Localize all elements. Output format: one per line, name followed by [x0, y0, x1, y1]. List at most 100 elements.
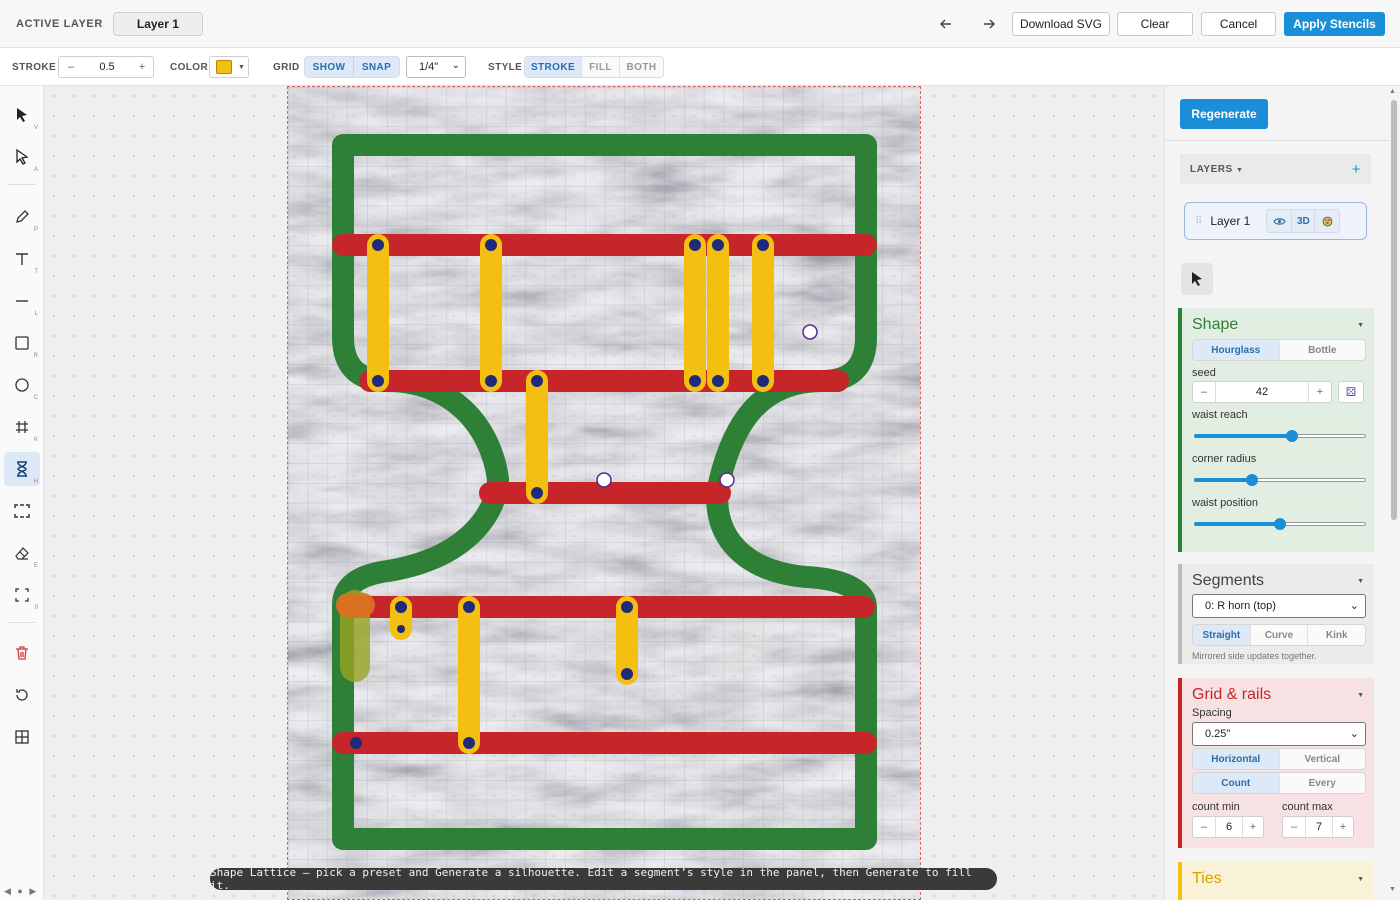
redo-button[interactable]	[977, 12, 1001, 36]
panel-scrollbar[interactable]: ▲ ▼	[1388, 86, 1398, 900]
slider-knob[interactable]	[1246, 474, 1259, 486]
anchor-dot[interactable]	[689, 375, 701, 387]
apply-stencils-button[interactable]: Apply Stencils	[1284, 12, 1385, 36]
scrollbar-thumb[interactable]	[1391, 100, 1397, 520]
anchor-dot[interactable]	[372, 375, 384, 387]
collapse-caret-icon[interactable]: ▼	[1357, 692, 1364, 699]
control-handle[interactable]	[719, 472, 735, 488]
waist-reach-slider[interactable]	[1194, 430, 1366, 442]
scroll-up-icon[interactable]: ▲	[1389, 88, 1396, 95]
mode-count[interactable]: Count	[1193, 773, 1280, 793]
grid-tool[interactable]: K	[4, 410, 40, 444]
horizontal-scroll-arrows[interactable]: ◀ ● ▶	[4, 886, 38, 897]
anchor-dot[interactable]	[372, 239, 384, 251]
count-max-increment[interactable]: +	[1333, 821, 1353, 833]
count-min-increment[interactable]: +	[1243, 821, 1263, 833]
seed-increment-button[interactable]: +	[1309, 386, 1331, 398]
anchor-dot[interactable]	[621, 668, 633, 680]
scroll-down-icon[interactable]: ▼	[1389, 886, 1396, 893]
artboard[interactable]	[287, 86, 921, 900]
clear-button[interactable]: Clear	[1117, 12, 1193, 36]
select-tool[interactable]: V	[4, 98, 40, 132]
frame-tool[interactable]	[4, 494, 40, 528]
line-tool[interactable]: L	[4, 284, 40, 318]
layer-color-button[interactable]	[1315, 210, 1339, 232]
count-max-decrement[interactable]: –	[1283, 821, 1305, 833]
anchor-dot[interactable]	[395, 601, 407, 613]
layer-row[interactable]: ⠿ Layer 1 3D	[1184, 202, 1367, 240]
regenerate-button[interactable]: Regenerate	[1180, 99, 1268, 129]
stroke-input[interactable]: 0.5	[83, 61, 131, 73]
anchor-dot[interactable]	[757, 239, 769, 251]
preset-hourglass[interactable]: Hourglass	[1193, 340, 1280, 360]
panel-select-button[interactable]	[1181, 263, 1213, 295]
slider-knob[interactable]	[1286, 430, 1299, 442]
3d-toggle[interactable]: 3D	[1291, 210, 1316, 232]
text-tool[interactable]: T	[4, 242, 40, 276]
anchor-dot[interactable]	[712, 375, 724, 387]
visibility-toggle[interactable]	[1267, 210, 1291, 232]
grid-size-select[interactable]: 1/4" ⌄	[406, 56, 466, 78]
seed-input[interactable]: 42	[1215, 382, 1309, 402]
count-max-input[interactable]: 7	[1305, 817, 1333, 837]
orientation-horizontal[interactable]: Horizontal	[1193, 749, 1280, 769]
anchor-dot[interactable]	[757, 375, 769, 387]
style-fill-option[interactable]: FILL	[581, 57, 619, 77]
rectangle-tool[interactable]: R	[4, 326, 40, 360]
spacing-select[interactable]: 0.25" ⌄	[1192, 722, 1366, 746]
control-handle[interactable]	[596, 472, 612, 488]
reset-tool[interactable]	[4, 678, 40, 712]
color-picker[interactable]: ▼	[209, 56, 249, 78]
mode-every[interactable]: Every	[1280, 773, 1366, 793]
ellipse-tool[interactable]: C	[4, 368, 40, 402]
grid-snap-toggle[interactable]: SNAP	[353, 57, 399, 77]
anchor-dot[interactable]	[531, 375, 543, 387]
style-both-option[interactable]: BOTH	[619, 57, 663, 77]
stroke-decrement-button[interactable]: –	[59, 61, 83, 73]
orientation-vertical[interactable]: Vertical	[1280, 749, 1366, 769]
delete-tool[interactable]	[4, 636, 40, 670]
waist-position-slider[interactable]	[1194, 518, 1366, 530]
direct-select-tool[interactable]: A	[4, 140, 40, 174]
layers-header[interactable]: LAYERS ▼ +	[1180, 154, 1371, 184]
eraser-tool[interactable]: E	[4, 536, 40, 570]
collapse-caret-icon[interactable]: ▼	[1357, 876, 1364, 883]
download-svg-button[interactable]: Download SVG	[1012, 12, 1110, 36]
layout-tool[interactable]	[4, 720, 40, 754]
style-straight[interactable]: Straight	[1193, 625, 1251, 645]
pen-tool[interactable]: P	[4, 200, 40, 234]
anchor-dot[interactable]	[712, 239, 724, 251]
corner-radius-slider[interactable]	[1194, 474, 1366, 486]
fit-tool[interactable]: 0	[4, 578, 40, 612]
add-layer-button[interactable]: +	[1352, 161, 1361, 178]
style-stroke-option[interactable]: STROKE	[525, 57, 581, 77]
anchor-dot[interactable]	[350, 737, 362, 749]
seed-decrement-button[interactable]: –	[1193, 386, 1215, 398]
anchor-dot[interactable]	[621, 601, 633, 613]
count-min-decrement[interactable]: –	[1193, 821, 1215, 833]
collapse-caret-icon[interactable]: ▼	[1357, 578, 1364, 585]
hourglass-tool[interactable]: H	[4, 452, 40, 486]
anchor-dot[interactable]	[397, 625, 405, 633]
anchor-dot[interactable]	[463, 601, 475, 613]
style-curve[interactable]: Curve	[1251, 625, 1309, 645]
collapse-caret-icon[interactable]: ▼	[1357, 322, 1364, 329]
randomize-seed-button[interactable]: ⚄	[1338, 381, 1364, 403]
anchor-dot[interactable]	[485, 375, 497, 387]
grid-show-toggle[interactable]: SHOW	[305, 57, 353, 77]
active-layer-selector[interactable]: Layer 1	[112, 11, 203, 36]
segment-select[interactable]: 0: R horn (top) ⌄	[1192, 594, 1366, 618]
anchor-dot[interactable]	[531, 487, 543, 499]
stroke-increment-button[interactable]: +	[131, 61, 153, 73]
undo-button[interactable]	[934, 12, 958, 36]
drawing-canvas[interactable]	[44, 86, 1164, 900]
anchor-dot[interactable]	[485, 239, 497, 251]
control-handle[interactable]	[802, 324, 818, 340]
preset-bottle[interactable]: Bottle	[1280, 340, 1366, 360]
slider-knob[interactable]	[1274, 518, 1286, 530]
drag-handle-icon[interactable]: ⠿	[1195, 216, 1202, 227]
count-min-input[interactable]: 6	[1215, 817, 1243, 837]
style-kink[interactable]: Kink	[1308, 625, 1365, 645]
anchor-dot[interactable]	[689, 239, 701, 251]
anchor-dot[interactable]	[463, 737, 475, 749]
